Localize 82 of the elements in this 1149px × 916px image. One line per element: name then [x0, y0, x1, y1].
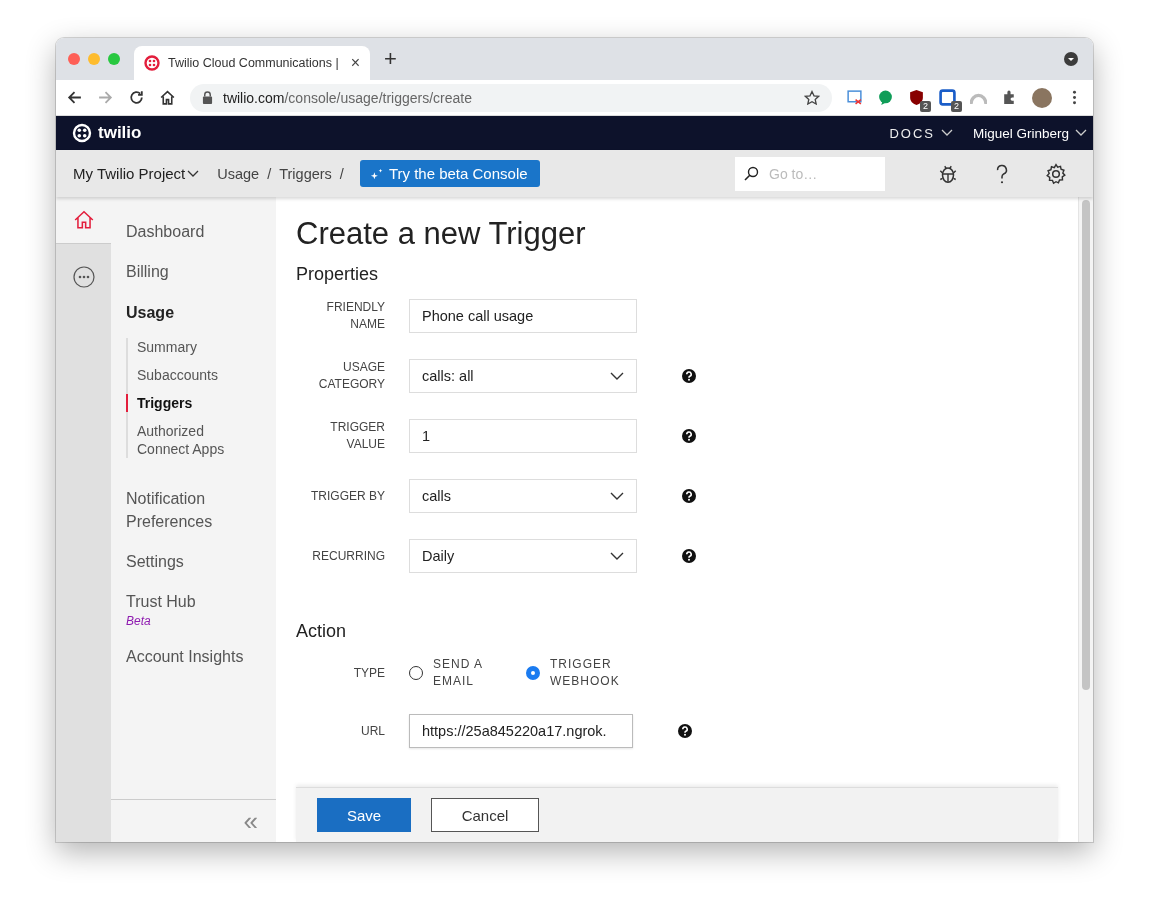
chevron-down-icon	[940, 129, 953, 137]
help-icon[interactable]	[682, 549, 696, 564]
help-icon[interactable]	[678, 724, 692, 739]
section-heading: Properties	[296, 264, 380, 286]
select-field[interactable]: calls	[409, 479, 637, 514]
field-label: FRIENDLY NAME	[325, 299, 385, 334]
extension-badge: 2	[951, 101, 962, 112]
docs-menu[interactable]: DOCS	[889, 125, 935, 141]
radio-label[interactable]: TRIGGER WEBHOOK	[550, 656, 625, 691]
back-icon[interactable]	[66, 89, 83, 106]
chevron-down-icon	[610, 552, 624, 561]
tab-search-icon[interactable]	[1063, 51, 1079, 67]
save-button[interactable]: Save	[317, 798, 411, 832]
user-menu[interactable]: Miguel Grinberg	[972, 125, 1069, 141]
beta-label: Beta	[126, 613, 151, 628]
radio-button[interactable]	[526, 666, 540, 681]
cancel-button[interactable]: Cancel	[431, 798, 539, 832]
radio-label[interactable]: SEND A EMAIL	[433, 656, 508, 691]
chevron-down-icon	[610, 492, 624, 501]
search-icon	[743, 165, 759, 182]
sidebar-item[interactable]: Notification Preferences	[126, 488, 256, 533]
home-icon	[72, 209, 95, 231]
chevron-down-icon	[610, 372, 624, 381]
section-heading: Action	[296, 621, 348, 643]
help-icon[interactable]	[682, 489, 696, 504]
page-title: Create a new Trigger	[296, 215, 587, 253]
breadcrumb-link[interactable]: Usage	[217, 165, 260, 182]
sidebar-item[interactable]: Usage	[126, 301, 256, 325]
url-field[interactable]: https://25a845220a17.ngrok.	[409, 714, 633, 749]
bookmark-star-icon[interactable]	[804, 89, 820, 106]
sidebar-item[interactable]: Billing	[126, 261, 256, 284]
tab-title: Twilio Cloud Communications |	[168, 56, 340, 70]
breadcrumb-separator: /	[267, 165, 272, 182]
field-label: TRIGGER BY	[310, 487, 385, 505]
search-field[interactable]: Go to…	[735, 156, 885, 191]
field-label: TYPE	[352, 664, 385, 682]
select-field[interactable]: calls: all	[409, 359, 637, 394]
breadcrumb-separator: /	[339, 165, 344, 182]
reload-icon[interactable]	[128, 89, 145, 106]
sidebar-item[interactable]: Dashboard	[126, 221, 256, 244]
tab-close-button[interactable]: ×	[350, 54, 360, 72]
chevron-down-icon	[187, 169, 200, 178]
scrollbar[interactable]	[1078, 197, 1093, 842]
project-selector[interactable]: My Twilio Project	[73, 165, 186, 182]
text-field[interactable]: Phone call usage	[409, 299, 637, 334]
new-tab-button[interactable]: +	[384, 48, 397, 70]
field-label: RECURRING	[311, 547, 385, 565]
sidebar-subitem[interactable]: Authorized Connect Apps	[126, 422, 237, 459]
help-icon[interactable]	[682, 429, 696, 444]
settings-icon[interactable]	[1045, 162, 1067, 185]
url-text: twilio.com/console/usage/triggers/create	[223, 89, 473, 106]
browser-tab[interactable]: Twilio Cloud Communications | ×	[134, 46, 370, 80]
lock-icon	[202, 91, 213, 104]
sidebar-subitem[interactable]: Subaccounts	[126, 366, 237, 385]
help-icon[interactable]	[682, 369, 696, 384]
extension-icon[interactable]	[846, 89, 863, 106]
address-bar[interactable]: twilio.com/console/usage/triggers/create	[190, 83, 832, 112]
select-field[interactable]: Daily	[409, 539, 637, 574]
field-label: USAGE CATEGORY	[317, 359, 385, 394]
avatar[interactable]	[1032, 87, 1052, 108]
sidebar-item[interactable]: Trust Hub	[126, 591, 256, 614]
shield-icon[interactable]	[908, 89, 925, 106]
sidebar-subitem[interactable]: Summary	[126, 338, 237, 357]
rail-home-tab[interactable]	[56, 197, 111, 244]
square-icon[interactable]	[939, 89, 956, 106]
extension-badge: 2	[920, 101, 931, 112]
text-field[interactable]: 1	[409, 419, 637, 454]
sidebar-item[interactable]: Settings	[126, 550, 256, 574]
sidebar-subitem[interactable]: Triggers	[126, 394, 237, 413]
sparkle-icon	[369, 166, 384, 181]
breadcrumb-link[interactable]: Triggers	[279, 165, 332, 182]
logo-icon	[72, 123, 92, 143]
more-icon[interactable]	[72, 266, 95, 288]
field-label: TRIGGER VALUE	[329, 419, 385, 454]
beta-console-button[interactable]: Try the beta Console	[359, 160, 540, 187]
chat-bubble-icon[interactable]	[877, 89, 894, 106]
logo-text[interactable]: twilio	[98, 123, 142, 143]
chevron-down-icon	[1075, 129, 1087, 137]
sidebar-item[interactable]: Account Insights	[126, 645, 256, 669]
home-icon[interactable]	[159, 89, 176, 106]
favicon-icon	[144, 55, 160, 71]
field-label: URL	[360, 722, 385, 740]
